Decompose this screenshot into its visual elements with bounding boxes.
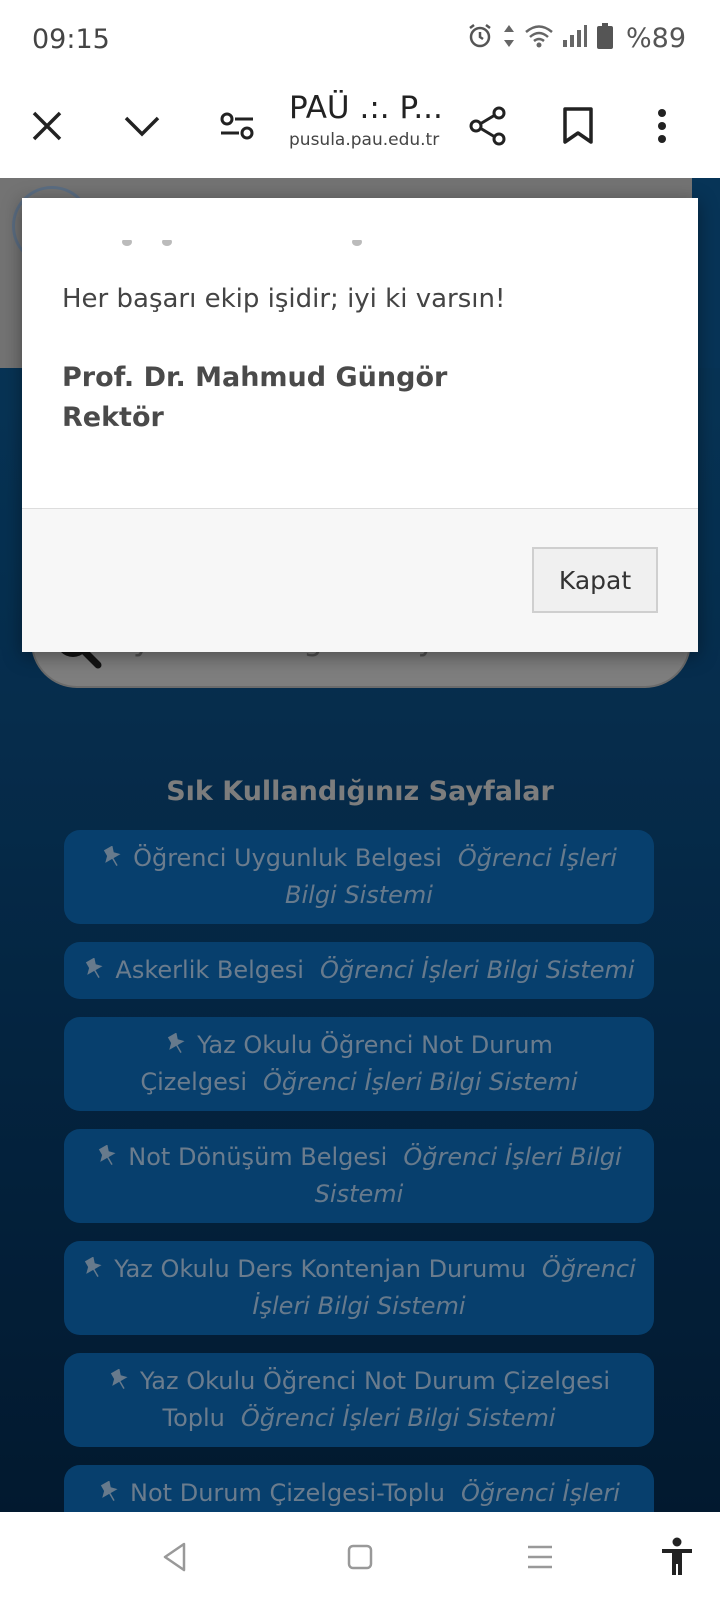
share-icon xyxy=(469,106,506,146)
accessibility-button[interactable] xyxy=(652,1532,702,1582)
announcement-dialog: Her başarı ekip işidir; iyi ki varsın! P… xyxy=(22,198,698,652)
status-bar: 09:15 %89 xyxy=(0,0,720,82)
dialog-body: Her başarı ekip işidir; iyi ki varsın! P… xyxy=(62,280,662,438)
browser-toolbar: PAÜ .:. P... pusula.pau.edu.tr xyxy=(0,82,720,178)
bookmark-icon xyxy=(563,107,593,144)
bookmark-button[interactable] xyxy=(548,96,608,156)
data-transfer-icon xyxy=(502,23,516,53)
page-url: pusula.pau.edu.tr xyxy=(289,130,440,150)
more-options-button[interactable] xyxy=(632,96,692,156)
signature-name: Prof. Dr. Mahmud Güngör xyxy=(62,362,448,393)
nav-home-button[interactable] xyxy=(335,1532,385,1582)
dialog-message: Her başarı ekip işidir; iyi ki varsın! xyxy=(62,284,506,314)
accessibility-icon xyxy=(662,1537,692,1575)
alarm-icon xyxy=(466,22,494,54)
close-tab-button[interactable] xyxy=(17,96,77,156)
system-nav-bar xyxy=(0,1512,720,1600)
battery-icon xyxy=(596,22,614,54)
recents-lines-icon xyxy=(528,1545,552,1569)
status-icons: %89 xyxy=(466,22,686,54)
close-icon xyxy=(32,111,62,141)
home-square-icon xyxy=(347,1544,373,1570)
close-dialog-button[interactable]: Kapat xyxy=(532,547,658,613)
more-vert-icon xyxy=(658,109,666,143)
nav-recents-button[interactable] xyxy=(515,1532,565,1582)
page-title: PAÜ .:. P... xyxy=(289,90,443,126)
battery-percent: %89 xyxy=(625,22,686,54)
back-triangle-icon xyxy=(163,1542,186,1572)
dialog-signature: Prof. Dr. Mahmud Güngör Rektör xyxy=(62,358,662,438)
dialog-footer: Kapat xyxy=(22,508,698,652)
status-time: 09:15 xyxy=(32,24,110,55)
tune-icon xyxy=(220,112,254,140)
share-button[interactable] xyxy=(458,96,518,156)
signal-icon xyxy=(562,24,588,52)
wifi-icon xyxy=(524,23,554,53)
page-title-area[interactable]: PAÜ .:. P... pusula.pau.edu.tr xyxy=(289,90,449,150)
site-settings-button[interactable] xyxy=(207,96,267,156)
nav-back-button[interactable] xyxy=(150,1532,200,1582)
minimize-button[interactable] xyxy=(112,96,172,156)
signature-title: Rektör xyxy=(62,402,164,433)
clipped-text-remnant xyxy=(82,240,372,248)
chevron-down-icon xyxy=(124,116,160,137)
